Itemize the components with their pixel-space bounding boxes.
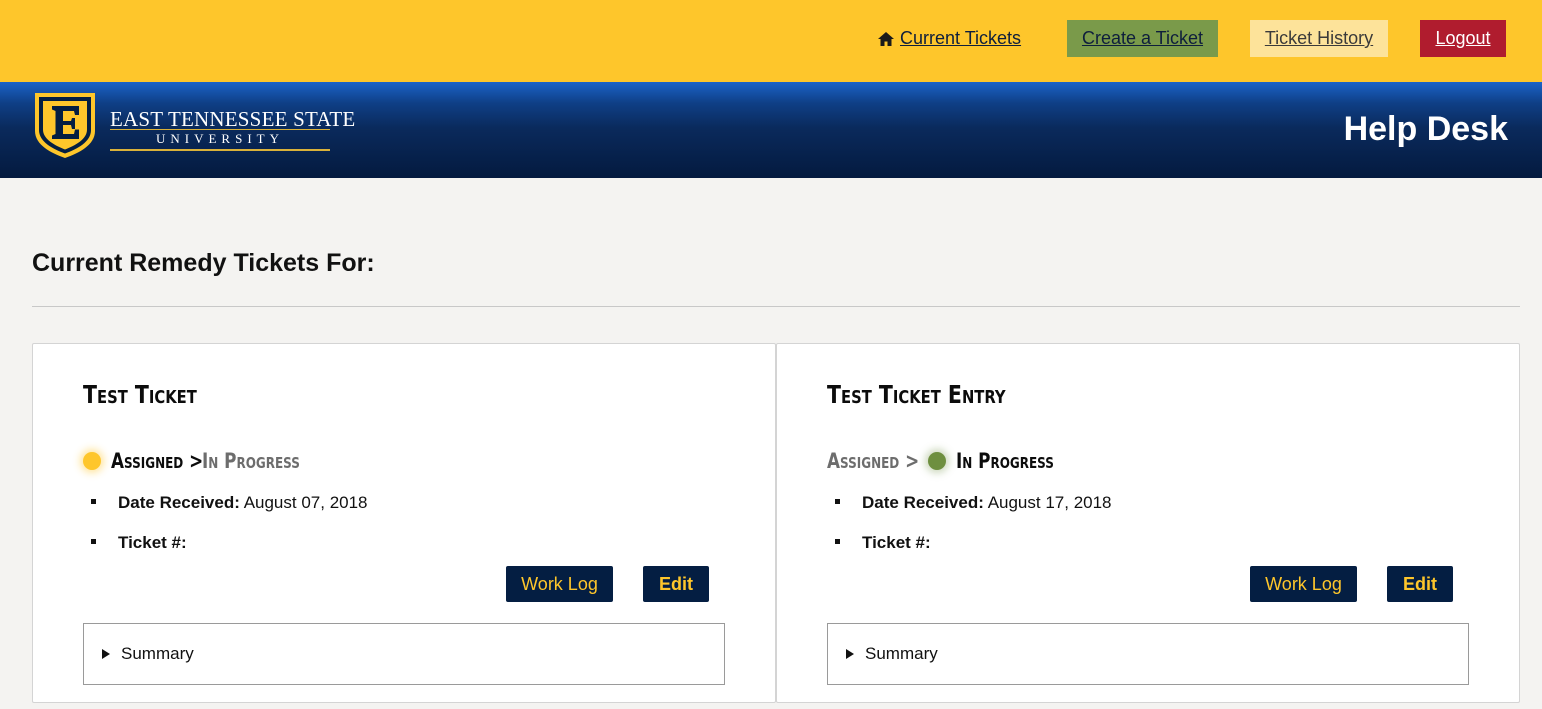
date-received: Date Received: August 07, 2018 <box>91 493 368 513</box>
site-header: EAST TENNESSEE STATE UNIVERSITY Help Des… <box>0 82 1542 178</box>
summary-label: Summary <box>865 644 938 663</box>
edit-button[interactable]: Edit <box>643 566 709 602</box>
date-received-label: Date Received: <box>862 493 984 512</box>
ticket-number: Ticket #: <box>835 533 931 553</box>
ticket-number-label: Ticket #: <box>862 533 931 552</box>
page-title: Help Desk <box>1343 110 1508 148</box>
ticket-card: Test Ticket Assigned > In Progress Date … <box>32 343 776 703</box>
logout-button[interactable]: Logout <box>1420 20 1506 57</box>
edit-button[interactable]: Edit <box>1387 566 1453 602</box>
nav-ticket-history-button[interactable]: Ticket History <box>1250 20 1388 57</box>
triangle-right-icon <box>846 649 854 659</box>
status-assigned: Assigned > <box>111 449 204 473</box>
university-name-line2: UNIVERSITY <box>110 129 330 151</box>
date-received: Date Received: August 17, 2018 <box>835 493 1112 513</box>
heading-divider <box>32 306 1520 307</box>
bullet-icon <box>91 539 96 545</box>
date-received-value: August 07, 2018 <box>243 493 368 512</box>
status-dot-icon <box>928 452 947 470</box>
home-icon <box>878 31 894 46</box>
work-log-button[interactable]: Work Log <box>506 566 613 602</box>
ticket-status: Assigned > In Progress <box>83 447 325 475</box>
tickets-heading: Current Remedy Tickets For: <box>32 249 375 277</box>
ticket-number-label: Ticket #: <box>118 533 187 552</box>
top-nav-bar: Current Tickets Create a Ticket Ticket H… <box>0 0 1542 82</box>
triangle-right-icon <box>102 649 110 659</box>
chevron-right-icon: > <box>905 449 920 473</box>
summary-toggle[interactable]: Summary <box>827 623 1469 685</box>
summary-toggle[interactable]: Summary <box>83 623 725 685</box>
ticket-number: Ticket #: <box>91 533 187 553</box>
status-in-progress: In Progress <box>956 449 1055 473</box>
bullet-icon <box>91 499 96 505</box>
etsu-shield-icon[interactable] <box>33 91 97 159</box>
status-dot-icon <box>83 452 101 470</box>
ticket-card: Test Ticket Entry Assigned > In Progress… <box>776 343 1520 703</box>
date-received-label: Date Received: <box>118 493 240 512</box>
status-in-progress: In Progress <box>202 449 301 473</box>
date-received-value: August 17, 2018 <box>987 493 1112 512</box>
ticket-status: Assigned > In Progress <box>827 447 1079 475</box>
nav-current-tickets-label: Current Tickets <box>900 28 1022 48</box>
summary-label: Summary <box>121 644 194 663</box>
bullet-icon <box>835 539 840 545</box>
bullet-icon <box>835 499 840 505</box>
status-assigned: Assigned > <box>827 449 920 473</box>
work-log-button[interactable]: Work Log <box>1250 566 1357 602</box>
ticket-title: Test Ticket Entry <box>827 380 1006 409</box>
ticket-title: Test Ticket <box>83 380 197 409</box>
nav-create-ticket-button[interactable]: Create a Ticket <box>1067 20 1218 57</box>
nav-current-tickets-link[interactable]: Current Tickets <box>878 20 1023 57</box>
